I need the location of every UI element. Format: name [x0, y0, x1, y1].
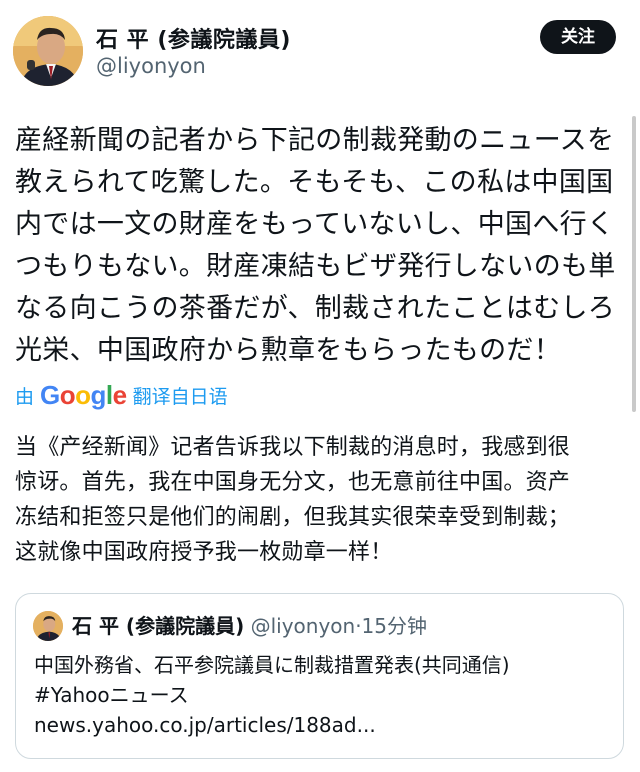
tweet-header: 石 平 (参議院議員) @liyonyon 关注: [0, 0, 640, 100]
tweet-text: 産経新聞の記者から下記の制裁発動のニュースを 教えられて吃驚した。そもそも、この…: [15, 120, 620, 372]
quoted-hashtag: #Yahooニュース: [34, 683, 189, 707]
translated-text-line: 当《产经新闻》记者告诉我以下制裁的消息时，我感到很: [15, 435, 571, 460]
translated-text-line: 惊讶。首先，我在中国身无分文，也无意前往中国。资产: [15, 470, 571, 495]
quoted-tweet-card[interactable]: 石 平 (参議院議員) @liyonyon·15分钟 中国外務省、石平参院議員に…: [15, 593, 624, 759]
quoted-text-line: 中国外務省、石平参院議員に制裁措置発表(共同通信): [34, 653, 510, 677]
translated-text-line: 这就像中国政府授予我一枚勋章一样！: [15, 540, 393, 565]
google-logo: Google: [40, 379, 127, 410]
quoted-link: news.yahoo.co.jp/articles/188ad...: [34, 713, 376, 737]
translation-attribution[interactable]: 由 Google 翻译自日语: [15, 378, 228, 412]
quoted-author-handle: @liyonyon: [250, 614, 356, 638]
tweet-text-line: 産経新聞の記者から下記の制裁発動のニュースを: [15, 125, 615, 156]
quoted-timestamp: 15分钟: [361, 614, 427, 638]
author-display-name[interactable]: 石 平 (参議院議員): [96, 22, 291, 54]
tweet-text-line: つもりもない。財産凍結もビザ発行しないのも単: [15, 251, 616, 282]
quoted-tweet-header: 石 平 (参議院議員) @liyonyon·15分钟: [72, 610, 427, 642]
translation-suffix: 翻译自日语: [132, 385, 228, 408]
follow-button[interactable]: 关注: [540, 20, 616, 54]
quoted-author-name: 石 平 (参議院議員): [72, 614, 245, 638]
translated-text-line: 冻结和拒签只是他们的闹剧，但我其实很荣幸受到制裁；: [15, 505, 571, 530]
quoted-tweet-text: 中国外務省、石平参院議員に制裁措置発表(共同通信) #Yahooニュース new…: [34, 650, 614, 740]
author-avatar[interactable]: [13, 16, 83, 86]
scrollbar[interactable]: [632, 116, 636, 412]
tweet-text-line: なる向こうの茶番だが、制裁されたことはむしろ: [15, 293, 616, 324]
translation-prefix: 由: [15, 385, 35, 408]
tweet-text-line: 内では一文の財産をもっていないし、中国へ行く: [15, 209, 615, 240]
tweet-text-line: 教えられて吃驚した。そもそも、この私は中国国: [15, 167, 614, 198]
tweet-text-line: 光栄、中国政府から勲章をもらったものだ！: [15, 335, 561, 366]
politician-portrait-icon: [13, 16, 83, 86]
politician-portrait-icon: [33, 611, 63, 641]
author-handle[interactable]: @liyonyon: [96, 54, 206, 78]
translated-text: 当《产经新闻》记者告诉我以下制裁的消息时，我感到很 惊讶。首先，我在中国身无分文…: [15, 430, 625, 570]
quoted-author-avatar: [33, 611, 63, 641]
